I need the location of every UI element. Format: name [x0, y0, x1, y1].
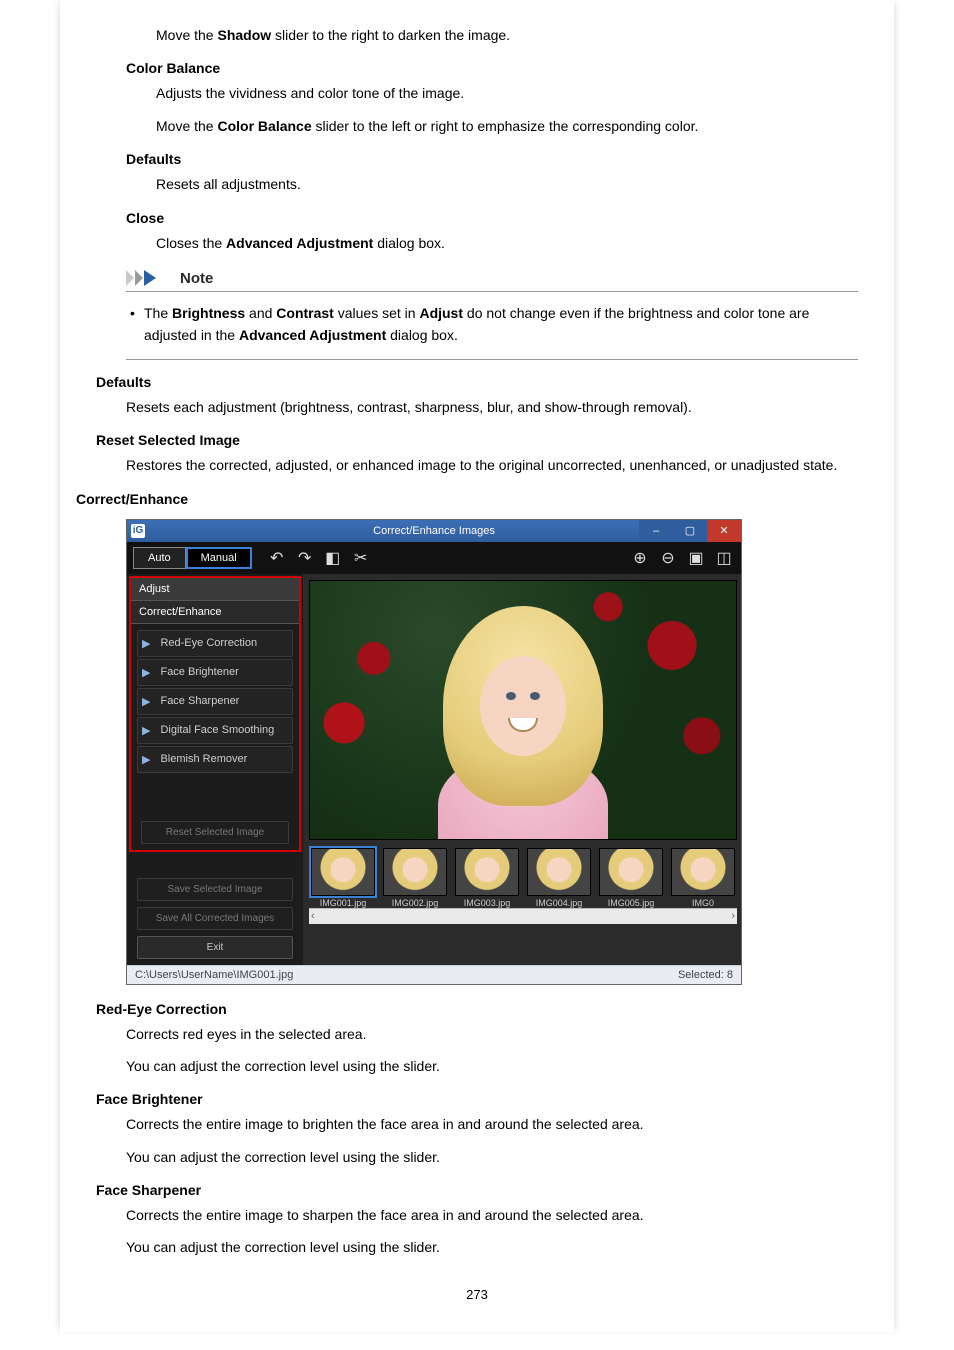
close-desc: Closes the Advanced Adjustment dialog bo… — [156, 232, 858, 254]
redeye-heading: Red-Eye Correction — [96, 1001, 858, 1017]
sidebar-tab-correct-enhance[interactable]: Correct/Enhance — [131, 601, 299, 624]
thumbnail[interactable]: IMG005.jpg — [597, 848, 665, 908]
defaults-inner-heading: Defaults — [126, 151, 858, 167]
status-selected-count: Selected: 8 — [678, 969, 733, 981]
note-arrow-icon — [126, 270, 172, 286]
section-heading: Correct/Enhance — [76, 491, 858, 507]
page-number: 273 — [96, 1287, 858, 1302]
face-sharpener-desc2: You can adjust the correction level usin… — [126, 1236, 858, 1258]
app-icon: iG — [131, 524, 145, 538]
auto-tab[interactable]: Auto — [133, 547, 186, 569]
note-body: The Brightness and Contrast values set i… — [126, 302, 858, 360]
scroll-left-icon[interactable]: ‹ — [311, 910, 315, 922]
status-path: C:\Users\UserName\IMG001.jpg — [135, 969, 293, 981]
main-pane: IMG001.jpg IMG002.jpg IMG003.jpg IMG004.… — [303, 574, 741, 965]
correct-enhance-window: iG Correct/Enhance Images – ▢ ✕ Auto Man… — [126, 519, 742, 985]
thumbnail[interactable]: IMG002.jpg — [381, 848, 449, 908]
redeye-desc2: You can adjust the correction level usin… — [126, 1055, 858, 1077]
scroll-right-icon[interactable]: › — [731, 910, 735, 922]
reset-selected-image-button[interactable]: Reset Selected Image — [141, 821, 289, 844]
reset-selected-heading: Reset Selected Image — [96, 432, 858, 448]
color-balance-heading: Color Balance — [126, 60, 858, 76]
flip-icon[interactable]: ◧ — [322, 547, 344, 569]
redeye-desc1: Corrects red eyes in the selected area. — [126, 1023, 858, 1045]
note-title: Note — [180, 270, 213, 287]
zoom-out-icon[interactable]: ⊖ — [657, 547, 679, 569]
thumbnail[interactable]: IMG0 — [669, 848, 737, 908]
play-icon: ▶ — [142, 637, 150, 650]
face-sharpener-heading: Face Sharpener — [96, 1182, 858, 1198]
reset-selected-desc: Restores the corrected, adjusted, or enh… — [126, 454, 858, 476]
item-red-eye-correction[interactable]: ▶Red-Eye Correction — [137, 630, 293, 657]
save-selected-image-button[interactable]: Save Selected Image — [137, 878, 293, 901]
play-icon: ▶ — [142, 695, 150, 708]
rotate-right-icon[interactable]: ↷ — [294, 547, 316, 569]
manual-tab[interactable]: Manual — [186, 547, 252, 569]
compare-icon[interactable]: ◫ — [713, 547, 735, 569]
item-face-sharpener[interactable]: ▶Face Sharpener — [137, 688, 293, 715]
sidebar: Adjust Correct/Enhance ▶Red-Eye Correcti… — [127, 574, 303, 965]
thumbnail[interactable]: IMG003.jpg — [453, 848, 521, 908]
note-header: Note — [126, 270, 858, 292]
crop-icon[interactable]: ✂ — [350, 547, 372, 569]
item-digital-face-smoothing[interactable]: ▶Digital Face Smoothing — [137, 717, 293, 744]
thumbnail[interactable]: IMG004.jpg — [525, 848, 593, 908]
sidebar-tab-adjust[interactable]: Adjust — [131, 578, 299, 601]
thumbnail-row: IMG001.jpg IMG002.jpg IMG003.jpg IMG004.… — [309, 840, 737, 908]
close-heading: Close — [126, 210, 858, 226]
zoom-in-icon[interactable]: ⊕ — [629, 547, 651, 569]
face-brightener-desc1: Corrects the entire image to brighten th… — [126, 1113, 858, 1135]
face-sharpener-desc1: Corrects the entire image to sharpen the… — [126, 1204, 858, 1226]
highlighted-panel: Adjust Correct/Enhance ▶Red-Eye Correcti… — [129, 576, 301, 852]
window-close-button[interactable]: ✕ — [707, 520, 741, 542]
color-balance-desc2: Move the Color Balance slider to the lef… — [156, 115, 858, 137]
title-bar: iG Correct/Enhance Images – ▢ ✕ — [127, 520, 741, 542]
defaults-inner-desc: Resets all adjustments. — [156, 173, 858, 195]
rotate-left-icon[interactable]: ↶ — [266, 547, 288, 569]
window-minimize-button[interactable]: – — [639, 520, 673, 542]
play-icon: ▶ — [142, 753, 150, 766]
face-brightener-heading: Face Brightener — [96, 1091, 858, 1107]
shadow-desc: Move the Shadow slider to the right to d… — [156, 24, 858, 46]
status-bar: C:\Users\UserName\IMG001.jpg Selected: 8 — [127, 965, 741, 984]
window-maximize-button[interactable]: ▢ — [673, 520, 707, 542]
color-balance-desc1: Adjusts the vividness and color tone of … — [156, 82, 858, 104]
toolbar: Auto Manual ↶ ↷ ◧ ✂ ⊕ ⊖ ▣ ◫ — [127, 542, 741, 574]
defaults-outer-desc: Resets each adjustment (brightness, cont… — [126, 396, 858, 418]
window-title: Correct/Enhance Images — [373, 525, 495, 537]
play-icon: ▶ — [142, 724, 150, 737]
save-all-corrected-images-button[interactable]: Save All Corrected Images — [137, 907, 293, 930]
doc-page: Move the Shadow slider to the right to d… — [60, 0, 894, 1332]
item-face-brightener[interactable]: ▶Face Brightener — [137, 659, 293, 686]
horizontal-scrollbar[interactable]: ‹› — [309, 908, 737, 924]
defaults-outer-heading: Defaults — [96, 374, 858, 390]
item-blemish-remover[interactable]: ▶Blemish Remover — [137, 746, 293, 773]
image-preview[interactable] — [309, 580, 737, 840]
thumbnail[interactable]: IMG001.jpg — [309, 848, 377, 908]
fullscreen-icon[interactable]: ▣ — [685, 547, 707, 569]
play-icon: ▶ — [142, 666, 150, 679]
face-brightener-desc2: You can adjust the correction level usin… — [126, 1146, 858, 1168]
exit-button[interactable]: Exit — [137, 936, 293, 959]
